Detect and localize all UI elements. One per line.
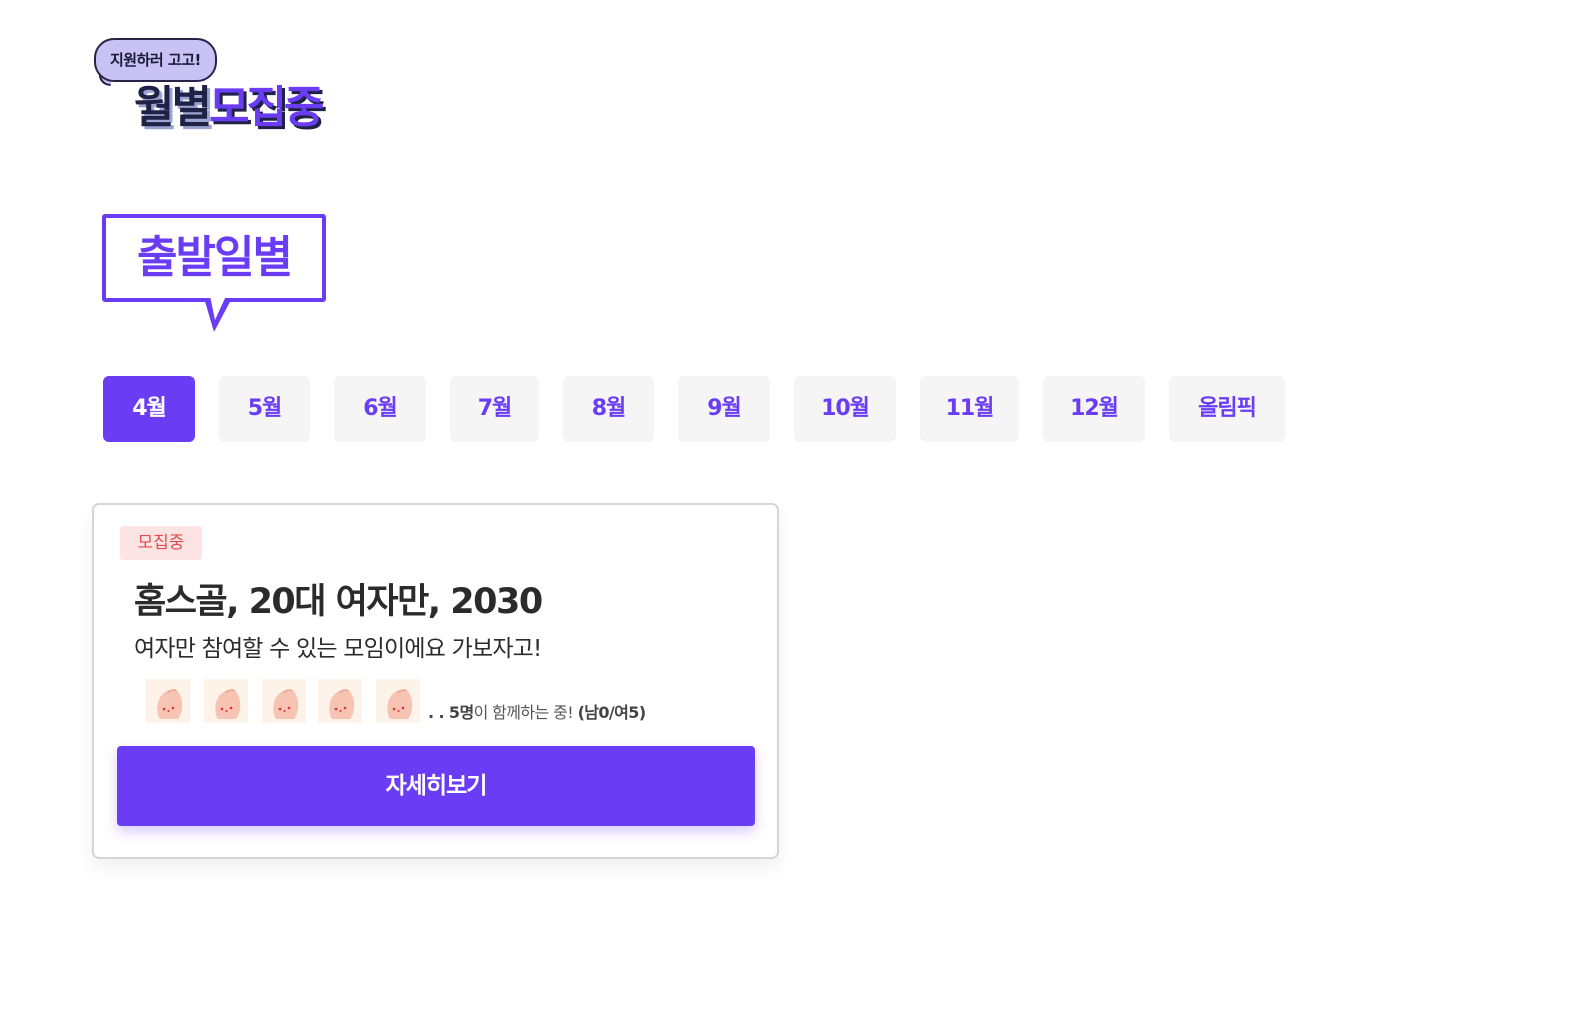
peach-face-icon — [262, 679, 306, 723]
tab-april[interactable]: 4월 — [103, 376, 195, 442]
tab-october[interactable]: 10월 — [794, 376, 896, 442]
tab-august[interactable]: 8월 — [563, 376, 654, 442]
meetup-card[interactable]: 모집중 홈스골, 20대 여자만, 2030 여자만 참여할 수 있는 모임이에… — [92, 503, 779, 859]
detail-button[interactable]: 자세히보기 — [117, 746, 755, 826]
card-title: 홈스골, 20대 여자만, 2030 — [134, 582, 543, 622]
peach-face-icon — [376, 679, 420, 723]
peach-face-icon — [204, 679, 248, 723]
logo-wordmark: 월별모집중 — [134, 80, 324, 136]
tab-olympic[interactable]: 올림픽 — [1169, 376, 1285, 442]
site-logo[interactable]: 지원하러 고고! 월별모집중 — [94, 36, 384, 146]
participant-count: 5명 — [448, 703, 474, 722]
gender-breakdown: (남0/여5) — [577, 703, 647, 722]
tab-may[interactable]: 5월 — [219, 376, 310, 442]
tab-december[interactable]: 12월 — [1043, 376, 1145, 442]
status-badge: 모집중 — [120, 526, 202, 560]
tab-june[interactable]: 6월 — [334, 376, 426, 442]
section-heading-text: 출발일별 — [137, 232, 293, 283]
participant-summary: . . 5명이 함께하는 중! (남0/여5) — [428, 699, 646, 723]
tab-november[interactable]: 11월 — [920, 376, 1019, 442]
peach-face-icon — [318, 679, 362, 723]
logo-wordmark-part1: 월별 — [134, 82, 212, 133]
peach-face-icon — [146, 679, 190, 723]
logo-wordmark-part2: 모집중 — [208, 82, 324, 133]
section-heading: 출발일별 — [102, 214, 338, 338]
card-description: 여자만 참여할 수 있는 모임이에요 가보자고! — [134, 636, 542, 662]
logo-bubble: 지원하러 고고! — [94, 38, 217, 82]
tab-july[interactable]: 7월 — [450, 376, 539, 442]
tab-september[interactable]: 9월 — [678, 376, 770, 442]
participant-text: 이 함께하는 중! — [473, 703, 578, 722]
participant-dots: . . — [428, 703, 449, 722]
page: 지원하러 고고! 월별모집중 출발일별 4월 5월 6월 7월 8월 9월 10… — [0, 0, 1584, 1012]
